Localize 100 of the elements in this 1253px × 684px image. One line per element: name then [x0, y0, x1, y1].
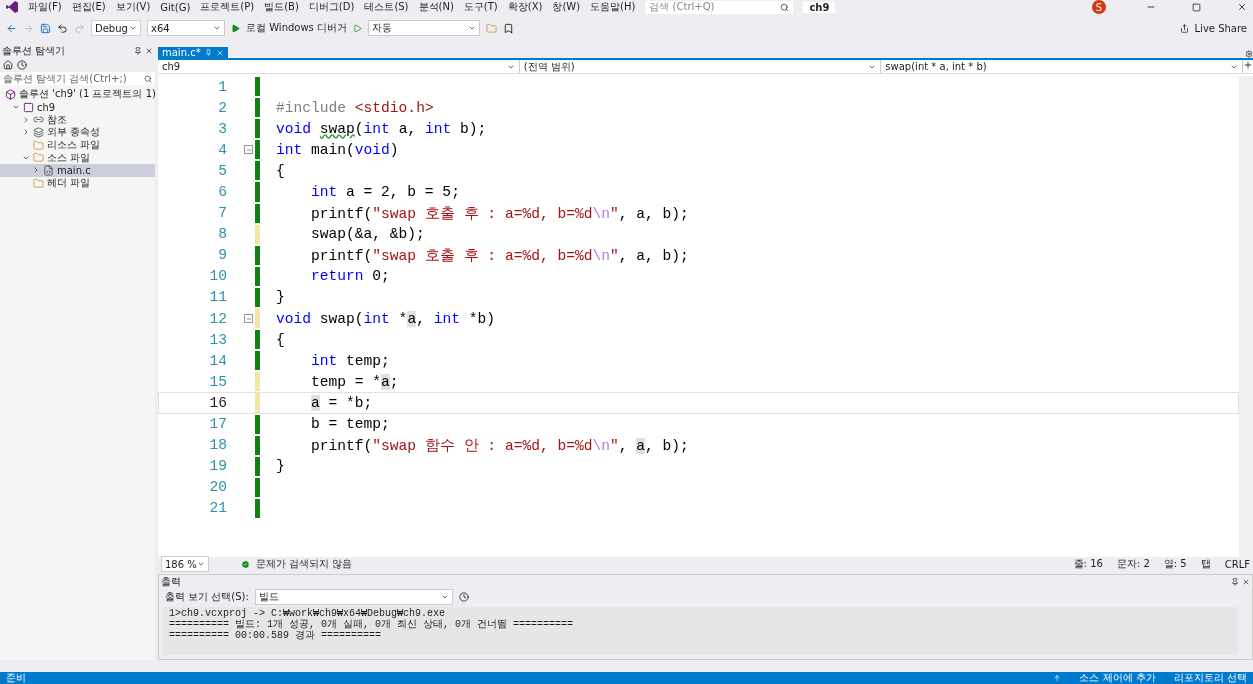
line-number: 14 [208, 352, 227, 369]
settings-icon[interactable] [1245, 50, 1253, 58]
code-line: { [276, 331, 285, 348]
tree-item[interactable]: 외부 종속성 [0, 126, 155, 139]
home-icon[interactable] [3, 60, 13, 70]
menu-item[interactable]: 도움말(H) [590, 0, 636, 14]
box-icon [5, 88, 16, 100]
code-line: { [276, 162, 285, 179]
caret-icon[interactable] [468, 24, 476, 32]
square-icon [23, 101, 34, 113]
caret-icon[interactable] [440, 593, 449, 601]
tree-item[interactable]: 헤더 파일 [0, 176, 155, 190]
explorer-search-field[interactable]: 솔루션 탐색기 검색(Ctrl+;) [0, 72, 155, 85]
menu-item[interactable]: 분석(N) [418, 0, 454, 14]
cursor-position: 탭 [1200, 557, 1211, 571]
output-source-dropdown[interactable]: 빌드 [254, 589, 453, 605]
tree-item[interactable]: 솔루션 'ch9' (1 프로젝트의 1) [0, 88, 155, 101]
cursor-position: 줄: 16 [1073, 557, 1103, 571]
menu-item[interactable]: 파일(F) [28, 0, 62, 14]
cursor-position: 열: 5 [1163, 557, 1187, 571]
configuration-dropdown[interactable]: Debug [91, 20, 141, 36]
navigation-dropdown[interactable]: (전역 범위) [519, 60, 882, 73]
user-avatar[interactable]: S [1092, 0, 1106, 14]
menu-item[interactable]: Git(G) [160, 1, 191, 13]
menu-item[interactable]: 디버그(D) [308, 0, 355, 14]
collapse-icon[interactable] [244, 145, 253, 155]
caret-icon[interactable] [129, 24, 137, 32]
code-line: a = *b; [310, 394, 373, 411]
tree-label: 솔루션 'ch9' (1 프로젝트의 1) [19, 87, 156, 102]
line-number: 21 [208, 500, 227, 517]
menu-item[interactable]: 프로젝트(P) [200, 0, 255, 14]
status-text: 준비 [6, 671, 26, 684]
pin-icon[interactable] [1231, 578, 1239, 586]
repository-button[interactable]: 리포지토리 선택 [1173, 671, 1247, 684]
caret-icon[interactable] [197, 560, 205, 568]
history-icon[interactable] [458, 592, 469, 602]
tree-label: 외부 종속성 [47, 125, 101, 140]
code-line: } [276, 289, 285, 306]
tree-item[interactable]: 리소스 파일 [0, 138, 155, 152]
play-icon[interactable] [231, 23, 240, 33]
undo-icon[interactable] [57, 22, 68, 34]
navigation-dropdown[interactable]: swap(int * a, int * b) [881, 60, 1243, 73]
menu-item[interactable]: 확장(X) [507, 0, 543, 14]
close-icon[interactable] [145, 47, 153, 55]
line-number: 5 [217, 162, 227, 179]
share-icon[interactable] [1179, 23, 1189, 33]
pin-icon[interactable] [134, 47, 142, 55]
caret-icon[interactable] [213, 24, 221, 32]
platform-dropdown[interactable]: x64 [147, 20, 225, 36]
collapse-icon[interactable] [244, 314, 253, 324]
code-line: int main(void) [276, 141, 399, 158]
code-line: void swap(int *a, int *b) [276, 310, 495, 327]
search-field[interactable]: 검색 (Ctrl+Q) [645, 0, 794, 14]
issues-status: 문제가 검색되지 않음 [256, 557, 353, 571]
navigation-dropdown[interactable]: ch9 [158, 60, 520, 73]
code-line: #include <stdio.h> [276, 99, 434, 116]
zoom-dropdown[interactable]: 186 % [161, 556, 209, 572]
menu-item[interactable]: 보기(V) [115, 0, 151, 14]
tree-label: 참조 [47, 112, 67, 127]
search-icon[interactable] [780, 2, 790, 12]
restore-icon[interactable] [1192, 2, 1201, 12]
live-share-button[interactable]: Live Share [1194, 22, 1247, 34]
tree-label: 리소스 파일 [47, 138, 101, 153]
code-line: int temp; [310, 352, 390, 369]
solution-config-dropdown[interactable]: 자동 [368, 20, 480, 36]
scrollbar[interactable] [1239, 76, 1253, 557]
search-icon[interactable] [144, 74, 152, 83]
save-icon[interactable] [40, 22, 51, 34]
tree-item[interactable]: ch9 [0, 100, 155, 114]
code-line: printf("swap 호출 후 : a=%d, b=%d\n", a, b); [310, 204, 689, 223]
back-icon[interactable] [6, 22, 17, 34]
line-number: 13 [208, 331, 227, 348]
check-icon [241, 559, 250, 569]
code-line: printf("swap 호출 후 : a=%d, b=%d\n", a, b); [310, 246, 689, 265]
line-number: 11 [208, 289, 227, 306]
tree-item[interactable]: main.c [0, 164, 155, 177]
code-line: swap(&a, &b); [310, 226, 425, 243]
solution-title: ch9 [803, 1, 836, 13]
line-number: 9 [217, 247, 227, 264]
menu-item[interactable]: 도구(T) [463, 0, 498, 14]
tree-label: main.c [57, 164, 91, 176]
code-line: printf("swap 함수 안 : a=%d, b=%d\n", a, b); [310, 436, 689, 455]
code-line: return 0; [310, 268, 390, 285]
app-logo-icon [6, 1, 18, 13]
line-number: 10 [208, 268, 227, 285]
line-number: 18 [208, 437, 227, 454]
menu-item[interactable]: 창(W) [552, 0, 581, 14]
menu-item[interactable]: 테스트(S) [364, 0, 409, 14]
close-icon[interactable] [1242, 578, 1250, 586]
tree-item[interactable]: 소스 파일 [0, 151, 155, 165]
panel-title: 출력 [161, 575, 181, 589]
source-control-button[interactable]: 소스 제어에 추가 [1079, 671, 1156, 684]
history-icon[interactable] [17, 60, 27, 70]
menu-item[interactable]: 빌드(B) [264, 0, 299, 14]
close-icon[interactable] [1237, 2, 1247, 12]
cursor-position: 문자: 2 [1116, 557, 1150, 571]
bookmark-icon[interactable] [503, 22, 514, 34]
tree-item[interactable]: 참조 [0, 113, 155, 127]
run-button[interactable]: 로컬 Windows 디버거 [246, 21, 347, 35]
menu-item[interactable]: 편집(E) [71, 0, 106, 14]
